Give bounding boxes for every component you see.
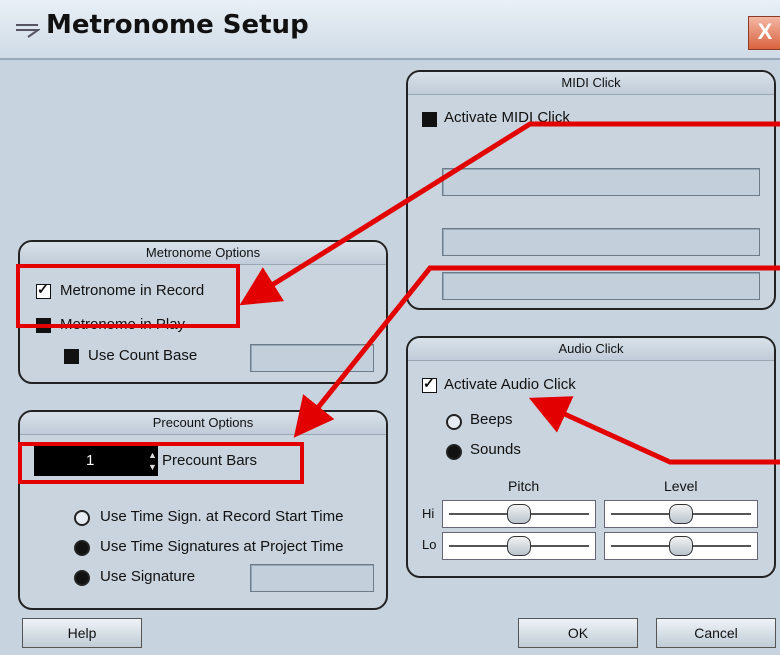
annotation-arrow-1 [239, 121, 780, 306]
annotation-arrow-2 [293, 265, 780, 438]
annotation-arrow-3 [528, 396, 780, 465]
annotation-arrows [239, 121, 780, 465]
